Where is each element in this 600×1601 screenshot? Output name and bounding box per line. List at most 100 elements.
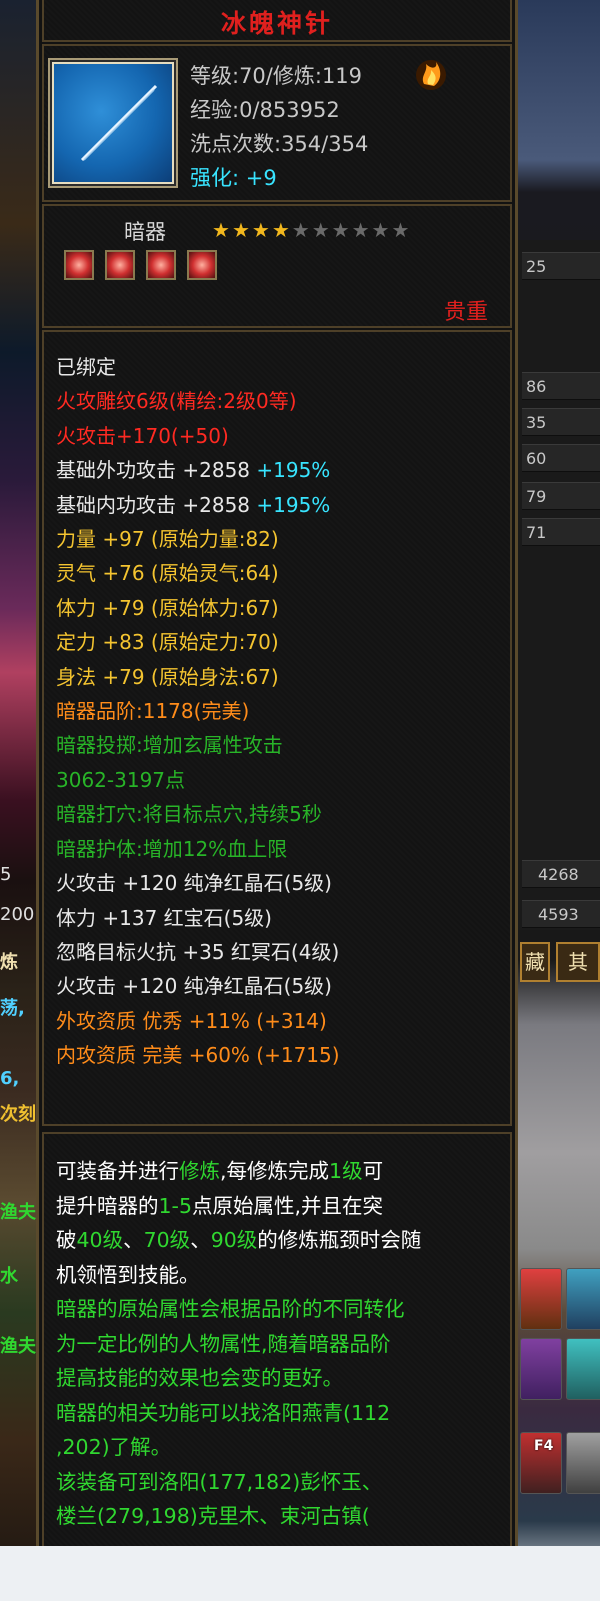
description-text: 暗器的原始属性会根据品阶的不同转化 <box>56 1297 405 1321</box>
left-chat-text: 荡, <box>0 998 25 1019</box>
description-text: ,202)了解。 <box>56 1435 172 1459</box>
star-empty-icon: ★ <box>351 218 370 242</box>
description-text: 1级 <box>329 1159 363 1183</box>
left-npc-text: 水 <box>0 1266 18 1287</box>
description-line: 暗器的原始属性会根据品阶的不同转化 <box>56 1292 504 1327</box>
gem-sockets <box>64 250 223 284</box>
left-chat-text: 6, <box>0 1068 20 1089</box>
left-tab[interactable]: 炼 <box>0 948 18 974</box>
left-npc-text: 渔夫 <box>0 1202 36 1223</box>
attribute-text: 暗器投掷:增加玄属性攻击 <box>56 733 283 758</box>
description-text: 楼兰(279,198)克里木、束河古镇( <box>56 1504 370 1528</box>
tab-other[interactable]: 其 <box>556 942 600 982</box>
description-text: 可 <box>362 1159 384 1183</box>
attribute-line: 火攻击 +120 纯净红晶石(5级) <box>56 866 510 900</box>
description-text: 暗器的相关功能可以找洛阳燕青(112 <box>56 1400 391 1425</box>
skill-slot-icon[interactable] <box>520 1338 562 1400</box>
star-filled-icon: ★ <box>212 218 230 242</box>
attributes-list: 已绑定火攻雕纹6级(精绘:2级0等) 火攻击+170(+50) 基础外功攻击 +28… <box>42 330 512 1126</box>
left-number: 200 <box>0 904 35 925</box>
needle-weapon-icon <box>80 84 158 162</box>
red-gem-icon <box>187 250 218 280</box>
stat-row: 79 <box>522 482 600 510</box>
description-line: 为一定比例的人物属性,随着暗器品阶 <box>56 1327 504 1362</box>
fire-element-icon <box>416 60 446 90</box>
description-text: 修炼 <box>179 1159 220 1183</box>
description-text: 提升暗器的 <box>56 1193 159 1218</box>
attribute-text: 外攻资质 优秀 +11% (+314) <box>56 1008 327 1033</box>
description-line: ,202)了解。 <box>56 1430 504 1465</box>
attribute-text: 身法 +79 (原始身法:67) <box>56 664 279 689</box>
attribute-text: 基础外功攻击 +2858 <box>56 458 251 483</box>
skill-slot-icon[interactable] <box>566 1432 600 1494</box>
description-line: 楼兰(279,198)克里木、束河古镇( <box>56 1499 504 1534</box>
description-text: 、 <box>123 1228 144 1252</box>
star-filled-icon: ★ <box>251 218 270 242</box>
attribute-text: 体力 +79 (原始体力:67) <box>56 595 279 620</box>
skill-slot-icon[interactable] <box>566 1338 600 1400</box>
attribute-line: 灵气 +76 (原始灵气:64) <box>56 556 510 590</box>
attribute-text: 暗器护体:增加12%血上限 <box>56 836 288 861</box>
attribute-text: 火攻击 +120 纯净红晶石(5级) <box>56 974 332 999</box>
attribute-text: 火攻击 +120 纯净红晶石(5级) <box>56 871 332 896</box>
item-type-box: 暗器 ★ ★ ★ ★ ★ ★ ★ ★ ★ ★ 贵重 <box>42 204 512 328</box>
enhance-value: +9 <box>245 166 277 190</box>
tooltip-title-bar: 冰魄神针 <box>42 0 512 42</box>
attribute-line: 定力 +83 (原始定力:70) <box>56 625 510 659</box>
attribute-text: 忽略目标火抗 +35 红冥石(4级) <box>56 939 340 964</box>
attribute-text: 定力 +83 (原始定力:70) <box>56 630 279 655</box>
description-text: 为一定比例的人物属性,随着暗器品阶 <box>56 1331 391 1356</box>
star-filled-icon: ★ <box>271 218 290 242</box>
star-empty-icon: ★ <box>311 218 330 242</box>
left-number: 5 <box>0 864 12 885</box>
item-header: 等级:70/修炼:119 经验:0/853952 洗点次数:354/354 强化… <box>42 44 512 202</box>
attribute-line: 火攻击 +120 纯净红晶石(5级) <box>56 969 510 1003</box>
description-line: 提高技能的效果也会变的更好。 <box>56 1361 504 1396</box>
red-gem-icon <box>146 250 177 280</box>
red-gem-icon <box>105 250 136 280</box>
skill-slot-icon[interactable] <box>520 1268 562 1330</box>
item-type: 暗器 <box>124 220 166 244</box>
tab-hidden[interactable]: 藏 <box>520 942 550 982</box>
attribute-line: 基础内功攻击 +2858 +195% <box>56 488 510 522</box>
description-text: 40级 <box>76 1228 124 1252</box>
attribute-line: 忽略目标火抗 +35 红冥石(4级) <box>56 935 510 969</box>
attribute-text: 暗器品阶:1178(完美) <box>56 699 250 724</box>
attribute-text: 火攻雕纹6级(精绘:2级0等) <box>56 389 297 414</box>
stat-row: 35 <box>522 408 600 436</box>
attribute-line: 体力 +137 红宝石(5级) <box>56 901 510 935</box>
attribute-line: 暗器品阶:1178(完美) <box>56 694 510 728</box>
attribute-text: 已绑定 <box>56 355 116 379</box>
enhance-label: 强化: <box>190 166 240 190</box>
star-empty-icon: ★ <box>371 218 390 242</box>
attribute-text: 暗器打穴:将目标点穴,持续5秒 <box>56 802 322 827</box>
description-text: ,每修炼完成 <box>220 1159 330 1183</box>
description-text: 可装备并进行 <box>56 1159 179 1183</box>
description-line: 暗器的相关功能可以找洛阳燕青(112 <box>56 1396 504 1431</box>
attribute-text: 火攻击+170(+50) <box>56 423 229 448</box>
hotkey-label: F4 <box>534 1438 554 1454</box>
attribute-line: 火攻击+170(+50) <box>56 419 510 453</box>
attribute-text: 基础内功攻击 +2858 <box>56 492 251 517</box>
stat-row: 60 <box>522 444 600 472</box>
stat-row: 4593 <box>522 900 600 928</box>
attribute-line: 已绑定 <box>56 350 510 384</box>
star-empty-icon: ★ <box>331 218 350 242</box>
description-text: 提高技能的效果也会变的更好。 <box>56 1366 343 1390</box>
item-icon-frame <box>52 62 174 184</box>
description-text: 1-5 <box>158 1193 192 1218</box>
attribute-text: 内攻资质 完美 +60% (+1715) <box>56 1043 340 1068</box>
attribute-line: 内攻资质 完美 +60% (+1715) <box>56 1038 510 1072</box>
attribute-line: 基础外功攻击 +2858 +195% <box>56 453 510 487</box>
item-description: 可装备并进行修炼,每修炼完成1级可 提升暗器的1-5点原始属性,并且在突 破40级、… <box>42 1132 512 1546</box>
attribute-text: 力量 +97 (原始力量:82) <box>56 527 279 552</box>
exp-line: 经验:0/853952 <box>190 98 340 122</box>
description-line: 提升暗器的1-5点原始属性,并且在突 <box>56 1189 504 1224</box>
description-text: 、 <box>190 1228 211 1252</box>
stat-row: 25 <box>522 252 600 280</box>
skill-slot-icon[interactable] <box>566 1268 600 1330</box>
star-rating: ★ ★ ★ ★ ★ ★ ★ ★ ★ ★ <box>212 218 411 242</box>
attribute-line: 暗器护体:增加12%血上限 <box>56 832 510 866</box>
game-scene-left <box>0 0 40 1601</box>
attribute-line: 外攻资质 优秀 +11% (+314) <box>56 1004 510 1038</box>
